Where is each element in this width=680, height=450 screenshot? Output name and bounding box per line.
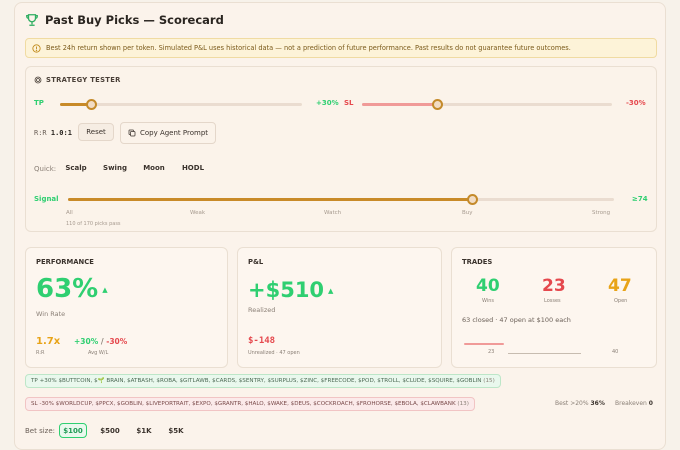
unrealized-value: $-148 <box>248 336 276 346</box>
pnl-card: P&L +$510 ▲ Realized $-148 Unrealized · 4… <box>237 247 442 368</box>
signal-label: Signal <box>34 195 59 203</box>
trades-title: TRADES <box>462 258 493 266</box>
copy-icon <box>128 129 136 137</box>
header: Past Buy Picks — Scorecard <box>25 13 224 27</box>
page-title: Past Buy Picks — Scorecard <box>45 13 224 27</box>
unrealized-label: Unrealized · 47 open <box>248 350 300 356</box>
wins-label: Wins <box>482 298 494 304</box>
disclaimer-banner: Best 24h return shown per token. Simulat… <box>25 38 657 58</box>
tp-label: TP <box>34 99 44 107</box>
bet-5k-button[interactable]: $5K <box>165 423 187 438</box>
realized-pnl-value: +$510 ▲ <box>248 278 334 302</box>
rr-label: R:R <box>34 129 47 137</box>
tp-slider-handle[interactable] <box>86 99 98 110</box>
losses-value: 23 <box>542 276 566 296</box>
performance-title: PERFORMANCE <box>36 258 94 266</box>
warning-icon <box>32 43 41 53</box>
rr-value: 1.0:1 <box>50 129 72 137</box>
quick-swing-button[interactable]: Swing <box>100 159 130 177</box>
realized-label: Realized <box>248 306 276 314</box>
copy-agent-prompt-button[interactable]: Copy Agent Prompt <box>120 122 216 144</box>
perf-rr-label: R:R <box>36 350 45 356</box>
signal-slider[interactable] <box>68 194 614 205</box>
scorecard-panel: Past Buy Picks — Scorecard Best 24h retu… <box>14 2 666 450</box>
open-label: Open <box>614 298 628 304</box>
bet-500-button[interactable]: $500 <box>97 423 123 438</box>
disclaimer-text: Best 24h return shown per token. Simulat… <box>46 44 571 52</box>
tick-watch: Watch <box>324 210 342 216</box>
breakeven-stat: Breakeven 0 <box>615 400 653 407</box>
bet-1k-button[interactable]: $1K <box>133 423 155 438</box>
tick-strong: Strong <box>592 210 611 216</box>
loss-bar <box>464 343 505 345</box>
open-value: 47 <box>608 276 632 296</box>
loss-bar-label: 23 <box>488 349 495 355</box>
tp-value: +30% <box>316 99 339 107</box>
sl-value: -30% <box>626 99 646 107</box>
quick-moon-button[interactable]: Moon <box>140 159 168 177</box>
avg-wl-values: +30% / -30% <box>74 337 128 346</box>
sl-label: SL <box>344 99 354 107</box>
sl-slider-handle[interactable] <box>432 99 443 110</box>
picks-pass-count: 110 of 170 picks pass <box>66 221 121 227</box>
signal-slider-fill <box>68 198 473 201</box>
perf-rr-value: 1.7x <box>36 336 61 347</box>
sl-slider-fill <box>362 103 437 106</box>
target-icon <box>34 76 42 84</box>
tp-token-list: TP +30% $BUTTCOIN, $🌱 BRAIN, $ATBASH, $R… <box>25 374 501 388</box>
tp-slider[interactable] <box>60 99 302 110</box>
wins-value: 40 <box>476 276 500 296</box>
trophy-icon <box>26 14 38 26</box>
losses-label: Losses <box>544 298 561 304</box>
trend-up-icon: ▲ <box>328 287 334 295</box>
avg-wl-label: Avg W/L <box>88 350 109 356</box>
reset-button[interactable]: Reset <box>78 123 114 141</box>
win-rate-value: 63% ▲ <box>36 274 108 304</box>
trades-card: TRADES 40 Wins 23 Losses 47 Open 63 clos… <box>451 247 657 368</box>
bet-100-button[interactable]: $100 <box>59 423 87 438</box>
bet-size-label: Bet size: <box>25 427 56 435</box>
performance-card: PERFORMANCE 63% ▲ Win Rate 1.7x R:R +30% … <box>25 247 228 368</box>
trend-up-icon: ▲ <box>102 285 108 294</box>
pnl-title: P&L <box>248 258 264 266</box>
tick-all: All <box>66 210 73 216</box>
win-rate-label: Win Rate <box>36 310 66 318</box>
quick-scalp-button[interactable]: Scalp <box>62 159 90 177</box>
strategy-tester-title: STRATEGY TESTER <box>34 76 121 84</box>
trades-summary: 63 closed · 47 open at $100 each <box>462 316 571 324</box>
win-bar-label: 40 <box>612 349 619 355</box>
sl-slider[interactable] <box>362 99 612 110</box>
win-bar <box>508 353 582 354</box>
strategy-tester: STRATEGY TESTER TP +30% SL -30% R:R 1.0:… <box>25 66 657 232</box>
quick-hodl-button[interactable]: HODL <box>178 159 208 177</box>
signal-slider-handle[interactable] <box>467 194 479 205</box>
quick-label: Quick: <box>34 165 57 173</box>
tick-buy: Buy <box>462 210 473 216</box>
tick-weak: Weak <box>190 210 206 216</box>
risk-reward: R:R 1.0:1 <box>34 129 72 137</box>
best-stat: Best >20% 36% <box>555 400 605 407</box>
signal-value: ≥74 <box>632 195 648 203</box>
sl-token-list: SL -30% $WORLDCUP, $PPCX, $GOBLIN, $LIVE… <box>25 397 475 411</box>
